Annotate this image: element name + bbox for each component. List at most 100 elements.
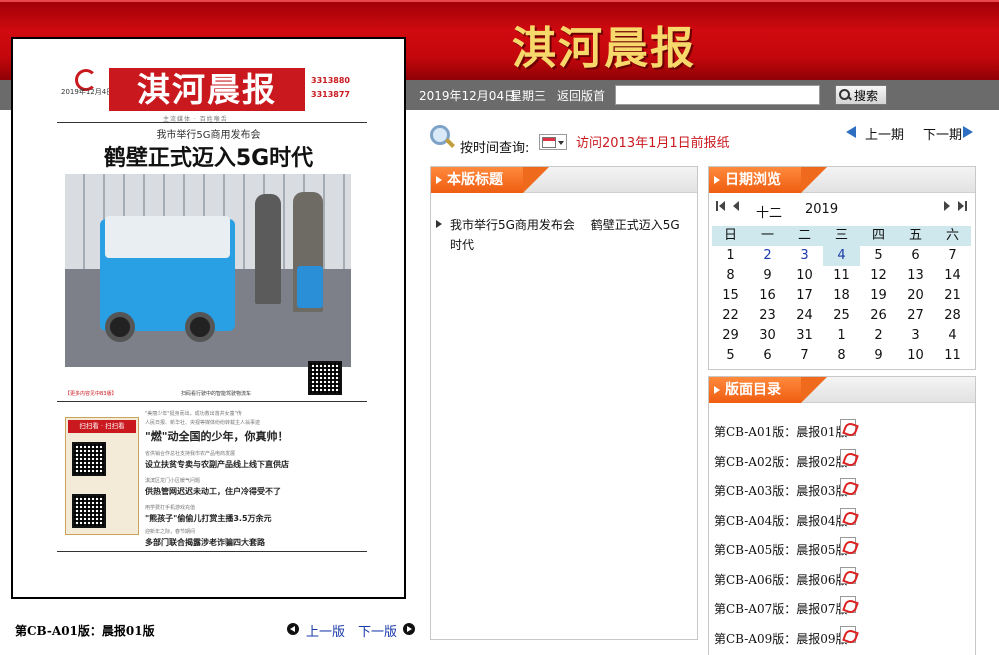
calendar-day: 11 bbox=[944, 348, 961, 363]
weekday-label: 四 bbox=[860, 226, 897, 246]
search-button[interactable]: 搜索 bbox=[835, 85, 887, 105]
prev-edition-link[interactable]: 上一版 bbox=[306, 621, 345, 640]
next-year-icon[interactable] bbox=[958, 201, 964, 211]
calendar-day: 2 bbox=[874, 328, 883, 343]
search-input[interactable] bbox=[615, 85, 820, 105]
next-edition-link[interactable]: 下一版 bbox=[358, 621, 397, 640]
weekday-label: 五 bbox=[897, 226, 934, 246]
current-edition-label: 第CB-A01版：晨报01版 bbox=[15, 624, 155, 638]
calendar-day: 9 bbox=[763, 268, 772, 283]
calendar-day: 21 bbox=[944, 288, 961, 303]
prev-edition-icon[interactable] bbox=[287, 623, 299, 635]
newspaper-photo-note: 【更多内容见中B3版】 bbox=[65, 391, 117, 397]
pdf-icon[interactable] bbox=[840, 596, 856, 613]
page-directory-link[interactable]: 第CB-A06版：晨报06版 bbox=[714, 571, 847, 588]
calendar-day: 16 bbox=[759, 288, 776, 303]
page-directory-link[interactable]: 第CB-A02版：晨报02版 bbox=[714, 453, 847, 470]
calendar-day: 18 bbox=[833, 288, 850, 303]
prev-year-icon[interactable] bbox=[719, 201, 725, 211]
pdf-icon[interactable] bbox=[840, 419, 856, 436]
calendar-week-row: 29 30 31 1 2 3 4 bbox=[712, 326, 971, 346]
calendar-day[interactable]: 3 bbox=[786, 246, 823, 266]
newspaper-qr-note: 扫码看行驶中的智能驾驶物流车 bbox=[181, 391, 252, 397]
calendar-day: 26 bbox=[870, 308, 887, 323]
newspaper-footer bbox=[57, 551, 367, 554]
calendar-day[interactable]: 2 bbox=[749, 246, 786, 266]
calendar-day: 28 bbox=[944, 308, 961, 323]
qr-code-icon bbox=[308, 361, 342, 395]
calendar-day: 8 bbox=[726, 268, 735, 283]
newspaper-kicker: 我市举行5G商用发布会 bbox=[156, 130, 261, 141]
calendar-day: 4 bbox=[948, 328, 957, 343]
header-highlight bbox=[0, 0, 999, 2]
newspaper-box-tab: 扫扫看 · 扫扫看 bbox=[68, 420, 136, 433]
prev-period-link[interactable]: 上一期 bbox=[865, 124, 904, 143]
headline-link[interactable]: 我市举行5G商用发布会 鹤壁正式迈入5G时代 bbox=[436, 215, 682, 255]
weekday-label: 三 bbox=[823, 226, 860, 246]
pdf-icon[interactable] bbox=[840, 448, 856, 466]
calendar-day: 10 bbox=[796, 268, 813, 283]
weekday-label: 一 bbox=[749, 226, 786, 246]
page-directory-link[interactable]: 第CB-A03版：晨报03版 bbox=[714, 482, 847, 499]
pdf-icon[interactable] bbox=[840, 566, 856, 584]
pages-panel-title: 版面目录 bbox=[709, 377, 827, 403]
newspaper-item-kicker: 省供销合作总社支持我市农产品电商发展 bbox=[145, 451, 236, 457]
calendar-day: 31 bbox=[796, 328, 813, 343]
last-year-icon[interactable] bbox=[965, 201, 967, 211]
newspaper-item-kicker: "美丽少年"挺身而出，成功救出落井女童"传 bbox=[145, 411, 242, 417]
calendar-icon bbox=[542, 137, 556, 148]
pdf-icon[interactable] bbox=[840, 507, 856, 525]
panel-header: 本版标题 bbox=[431, 167, 697, 193]
pdf-icon[interactable] bbox=[840, 537, 856, 554]
archive-link[interactable]: 访问2013年1月1日前报纸 bbox=[576, 132, 730, 151]
date-query-label: 按时间查询: bbox=[460, 141, 530, 156]
page-directory-link[interactable]: 第CB-A07版：晨报07版 bbox=[714, 600, 847, 617]
next-edition-icon[interactable] bbox=[403, 623, 415, 635]
page-directory-link[interactable]: 第CB-A04版：晨报04版 bbox=[714, 512, 847, 529]
search-icon bbox=[839, 89, 851, 101]
page-directory-link[interactable]: 第CB-A09版：晨报09版 bbox=[714, 630, 847, 647]
calendar-day: 8 bbox=[837, 348, 846, 363]
first-year-icon[interactable] bbox=[716, 201, 718, 211]
calendar-day: 12 bbox=[870, 268, 887, 283]
prev-month-icon[interactable] bbox=[733, 201, 739, 211]
calendar-day: 19 bbox=[870, 288, 887, 303]
newspaper-phone-1: 3313880 bbox=[311, 76, 350, 85]
calendar-day: 9 bbox=[874, 348, 883, 363]
pdf-icon[interactable] bbox=[840, 478, 856, 495]
calendar-day[interactable]: 4 bbox=[823, 246, 860, 266]
page-directory-link[interactable]: 第CB-A01版：晨报01版 bbox=[714, 423, 847, 440]
photo-vehicle-top bbox=[105, 216, 230, 258]
newspaper-item-kicker: 用学费打手机游戏充值 bbox=[145, 505, 196, 511]
calendar-day: 24 bbox=[796, 308, 813, 323]
date-panel-title: 日期浏览 bbox=[709, 167, 827, 193]
front-page-photo bbox=[65, 174, 351, 367]
newspaper-issue-date: 2019年12月4日 bbox=[61, 88, 114, 96]
home-link[interactable]: 返回版首 bbox=[557, 87, 605, 104]
prev-period-icon[interactable] bbox=[846, 126, 856, 138]
next-period-link[interactable]: 下一期 bbox=[923, 124, 962, 143]
weekday-label: 二 bbox=[786, 226, 823, 246]
photo-wheel bbox=[185, 312, 215, 342]
pdf-icon[interactable] bbox=[840, 625, 856, 643]
newspaper-page-image[interactable]: 2019年12月4日 淇河晨报 3313880 3313877 主流媒体 · 百… bbox=[11, 37, 406, 599]
newspaper-rule bbox=[57, 401, 367, 402]
calendar-day: 11 bbox=[833, 268, 850, 283]
page-directory-link[interactable]: 第CB-A05版：晨报05版 bbox=[714, 541, 847, 558]
calendar-day: 22 bbox=[722, 308, 739, 323]
calendar-week-row: 15 16 17 18 19 20 21 bbox=[712, 286, 971, 306]
calendar-picker[interactable] bbox=[539, 134, 567, 150]
calendar-day: 7 bbox=[800, 348, 809, 363]
newspaper-item-title: 多部门联合揭露涉老诈骗四大套路 bbox=[145, 538, 265, 547]
search-button-label: 搜索 bbox=[854, 88, 879, 103]
next-period-icon[interactable] bbox=[963, 126, 973, 138]
newspaper-item-title: "燃"动全国的少年，你真帅！ bbox=[145, 430, 289, 443]
newspaper-scan-box: 扫扫看 · 扫扫看 bbox=[65, 417, 139, 535]
calendar-day: 7 bbox=[948, 248, 957, 263]
calendar-day: 13 bbox=[907, 268, 924, 283]
calendar-day: 5 bbox=[726, 348, 735, 363]
calendar-month: 十二 bbox=[756, 206, 783, 221]
qr-code-icon bbox=[72, 494, 106, 528]
newspaper-item-title: 供热管网迟迟未动工，住户冷得受不了 bbox=[145, 487, 281, 496]
next-month-icon[interactable] bbox=[944, 201, 950, 211]
